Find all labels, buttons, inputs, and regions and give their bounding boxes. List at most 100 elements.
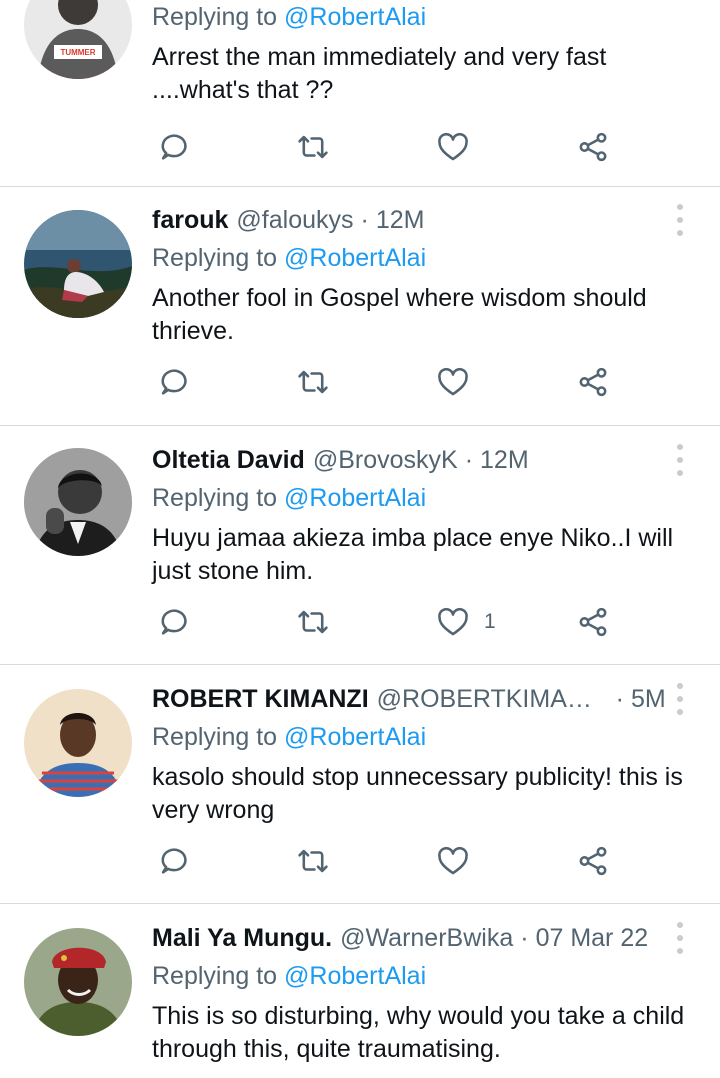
reply-icon [161,369,187,395]
tweet-actions [152,127,622,167]
separator: · [360,206,369,234]
replying-to: Replying to @RobertAlai [152,0,426,35]
mention-link[interactable]: @RobertAlai [284,3,426,31]
heart-icon [438,846,468,875]
tweet-item[interactable]: Mali Ya Mungu. @WarnerBwika · 07 Mar 22 … [0,918,720,1078]
retweet-button[interactable] [296,127,330,167]
user-handle[interactable]: @WarnerBwika [340,918,513,958]
reply-button[interactable] [156,127,190,167]
share-icon [579,607,607,637]
timestamp[interactable]: 12M [376,200,425,240]
tweet-text: kasolo should stop unnecessary publicity… [152,763,683,824]
like-button[interactable]: 1 [436,602,496,642]
reply-icon [161,848,187,874]
more-options-button[interactable] [668,444,692,476]
more-vertical-icon [677,204,683,210]
like-button[interactable] [436,841,470,881]
retweet-button[interactable] [296,362,330,402]
share-button[interactable] [576,602,610,642]
separator: · [464,446,474,474]
replying-to: Replying to @RobertAlai [152,719,426,755]
mention-link[interactable]: @RobertAlai [284,484,426,512]
heart-icon [438,132,468,161]
timestamp[interactable]: 12M [480,440,529,480]
replying-to: Replying to @RobertAlai [152,240,426,276]
display-name[interactable]: farouk [152,200,228,240]
user-handle[interactable]: @BrovoskyK [313,440,458,480]
mention-link[interactable]: @RobertAlai [284,962,426,990]
share-icon [579,846,607,876]
tweet-item[interactable]: farouk @faloukys · 12M Replying to @Robe… [0,200,720,426]
more-vertical-icon [677,444,683,450]
avatar[interactable] [24,448,132,556]
heart-icon [438,607,468,636]
tweet-text: Arrest the man immediately and very fast… [152,43,607,104]
reply-button[interactable] [156,362,190,402]
tweet-header: farouk @faloukys · 12M [152,200,424,240]
separator: · [615,685,624,713]
like-button[interactable] [436,127,470,167]
share-icon [579,132,607,162]
mention-link[interactable]: @RobertAlai [284,244,426,272]
avatar[interactable] [24,210,132,318]
more-vertical-icon [677,922,683,928]
reply-button[interactable] [156,602,190,642]
tweet-text: Huyu jamaa akieza imba place enye Niko..… [152,524,674,585]
tweet-item[interactable]: TUMMER Replying to @RobertAlai Arrest th… [0,0,720,187]
tweet-actions: 1 [152,602,622,642]
replying-to: Replying to @RobertAlai [152,958,426,994]
divider [0,664,720,665]
replying-prefix: Replying to [152,484,278,512]
avatar[interactable] [24,928,132,1036]
replying-prefix: Replying to [152,244,278,272]
replying-to: Replying to @RobertAlai [152,480,426,516]
reply-icon [161,609,187,635]
tweet-header: Mali Ya Mungu. @WarnerBwika · 07 Mar 22 [152,918,648,958]
share-button[interactable] [576,841,610,881]
tweet-item[interactable]: Oltetia David @BrovoskyK · 12M Replying … [0,440,720,666]
reply-icon [161,134,187,160]
reply-button[interactable] [156,841,190,881]
share-icon [579,367,607,397]
tweet-actions [152,362,622,402]
separator: · [520,924,529,952]
tweet-header: Oltetia David @BrovoskyK · 12M [152,440,529,480]
user-handle[interactable]: @faloukys [236,200,353,240]
tweet-actions [152,841,622,881]
display-name[interactable]: Mali Ya Mungu. [152,918,332,958]
timestamp[interactable]: 07 Mar 22 [536,918,649,958]
more-vertical-icon [677,683,683,689]
like-button[interactable] [436,362,470,402]
divider [0,425,720,426]
divider [0,903,720,904]
mention-link[interactable]: @RobertAlai [284,723,426,751]
replying-prefix: Replying to [152,723,278,751]
more-options-button[interactable] [668,683,692,715]
tweet-item[interactable]: ROBERT KIMANZI @ROBERTKIMANZI... · 5M Re… [0,679,720,905]
retweet-icon [298,610,328,634]
divider [0,186,720,187]
tweet-text: Another fool in Gospel where wisdom shou… [152,284,647,345]
retweet-icon [298,849,328,873]
display-name[interactable]: Oltetia David [152,440,305,480]
like-count: 1 [484,610,496,633]
replying-prefix: Replying to [152,962,278,990]
more-options-button[interactable] [668,204,692,236]
display-name[interactable]: ROBERT KIMANZI [152,679,369,719]
heart-icon [438,367,468,396]
avatar[interactable]: TUMMER [24,0,132,79]
retweet-button[interactable] [296,841,330,881]
retweet-button[interactable] [296,602,330,642]
tweet-text: This is so disturbing, why would you tak… [152,1002,685,1063]
avatar[interactable] [24,689,132,797]
user-handle[interactable]: @ROBERTKIMANZI... [377,679,609,719]
share-button[interactable] [576,127,610,167]
tweet-header: ROBERT KIMANZI @ROBERTKIMANZI... · 5M [152,679,666,719]
more-options-button[interactable] [668,922,692,954]
replying-prefix: Replying to [152,3,278,31]
share-button[interactable] [576,362,610,402]
retweet-icon [298,135,328,159]
timestamp[interactable]: 5M [631,679,666,719]
svg-text:TUMMER: TUMMER [60,48,95,57]
retweet-icon [298,370,328,394]
